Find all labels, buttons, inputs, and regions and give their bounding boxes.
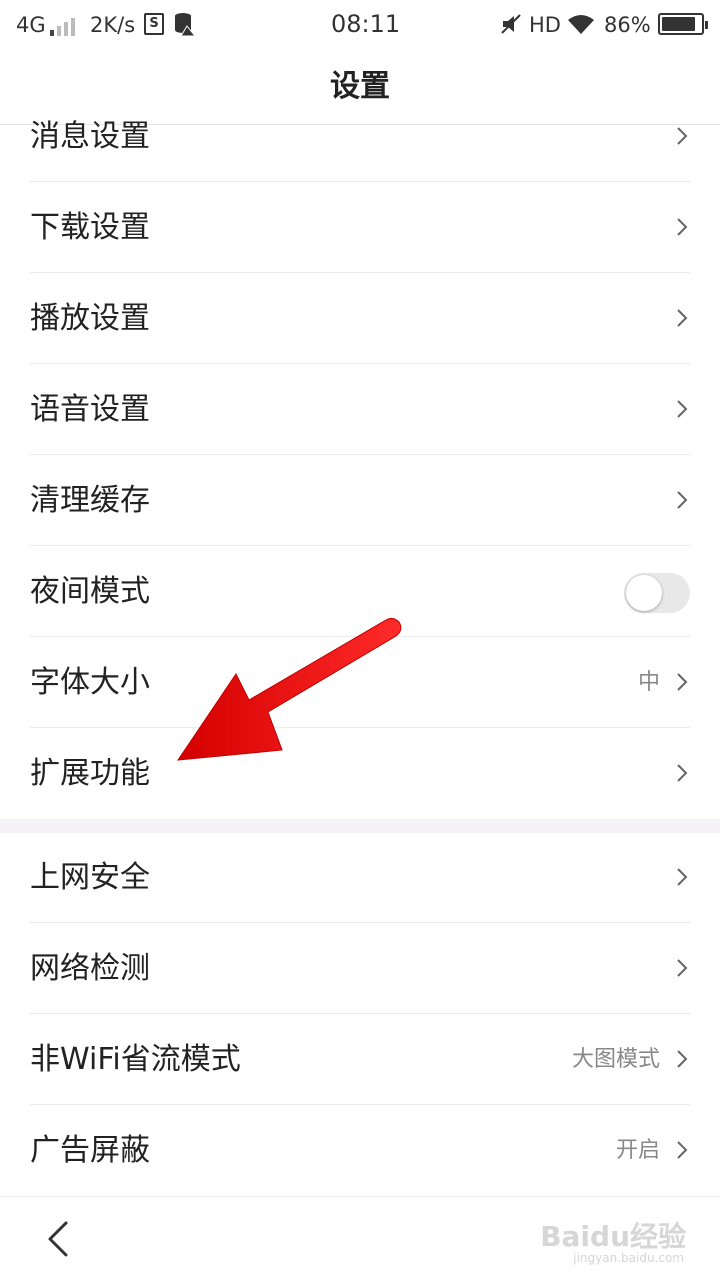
chevron-right-icon <box>677 868 688 886</box>
settings-row[interactable]: 消息设置 <box>30 92 690 182</box>
settings-row-label: 夜间模式 <box>30 574 150 609</box>
watermark: Baidu经验 <box>540 1220 686 1253</box>
row-divider <box>30 545 690 546</box>
clock: 08:11 <box>331 10 401 38</box>
chevron-right-icon <box>677 491 688 509</box>
settings-row[interactable]: 网络检测 <box>30 924 690 1014</box>
row-divider <box>30 727 690 728</box>
row-divider <box>30 636 690 637</box>
settings-row-value: 开启 <box>615 1138 660 1163</box>
signal-icon <box>50 16 76 36</box>
row-divider <box>30 1104 690 1105</box>
settings-row-label: 扩展功能 <box>30 756 150 791</box>
settings-row[interactable]: 扩展功能 <box>30 729 690 819</box>
watermark-url: jingyan.baidu.com <box>573 1251 684 1265</box>
back-icon[interactable] <box>44 1219 74 1259</box>
battery-icon <box>658 13 708 35</box>
night-mode-toggle[interactable] <box>624 573 690 613</box>
settings-row-label: 语音设置 <box>30 392 150 427</box>
status-bar: 4G 2K/s S 08:11 HD 86% <box>0 0 720 50</box>
settings-row-value: 中 <box>637 670 660 695</box>
settings-row-label: 清理缓存 <box>30 483 150 518</box>
row-divider <box>30 1013 690 1014</box>
settings-row[interactable]: 语音设置 <box>30 365 690 455</box>
row-divider <box>30 181 690 182</box>
network-speed: 2K/s <box>90 13 136 37</box>
chevron-right-icon <box>677 309 688 327</box>
chevron-right-icon <box>677 959 688 977</box>
toggle-knob <box>626 575 662 611</box>
bottom-bar: Baidu经验 jingyan.baidu.com <box>0 1196 720 1281</box>
row-divider <box>30 363 690 364</box>
chevron-right-icon <box>677 1141 688 1159</box>
settings-row[interactable]: 广告屏蔽 开启 <box>30 1106 690 1196</box>
settings-row-label: 字体大小 <box>30 665 150 700</box>
settings-row-label: 消息设置 <box>30 119 150 154</box>
settings-row[interactable]: 播放设置 <box>30 274 690 364</box>
chevron-right-icon <box>677 764 688 782</box>
chevron-right-icon <box>677 218 688 236</box>
hd-indicator: HD <box>529 13 561 37</box>
settings-row-label: 上网安全 <box>30 860 150 895</box>
settings-row[interactable]: 清理缓存 <box>30 456 690 546</box>
wifi-icon <box>568 15 594 34</box>
settings-row-label: 广告屏蔽 <box>30 1133 150 1168</box>
settings-row[interactable]: 下载设置 <box>30 183 690 273</box>
row-divider <box>30 454 690 455</box>
row-divider <box>30 272 690 273</box>
mute-icon <box>501 14 521 34</box>
row-divider <box>30 922 690 923</box>
settings-row-label: 非WiFi省流模式 <box>30 1042 241 1077</box>
network-type: 4G <box>16 13 46 37</box>
chevron-right-icon <box>677 127 688 145</box>
settings-row-label: 网络检测 <box>30 951 150 986</box>
chevron-right-icon <box>677 400 688 418</box>
s-notification-icon: S <box>144 13 164 35</box>
settings-row[interactable]: 夜间模式 <box>30 547 690 637</box>
section-gap <box>0 819 720 833</box>
settings-row[interactable]: 上网安全 <box>30 833 690 923</box>
settings-row-label: 播放设置 <box>30 301 150 336</box>
battery-percent: 86% <box>604 13 651 37</box>
chevron-right-icon <box>677 673 688 691</box>
database-icon <box>175 13 195 36</box>
settings-row-value: 大图模式 <box>571 1047 660 1072</box>
settings-row-label: 下载设置 <box>30 210 150 245</box>
chevron-right-icon <box>677 1050 688 1068</box>
settings-row[interactable]: 字体大小 中 <box>30 638 690 728</box>
settings-row[interactable]: 非WiFi省流模式 大图模式 <box>30 1015 690 1105</box>
